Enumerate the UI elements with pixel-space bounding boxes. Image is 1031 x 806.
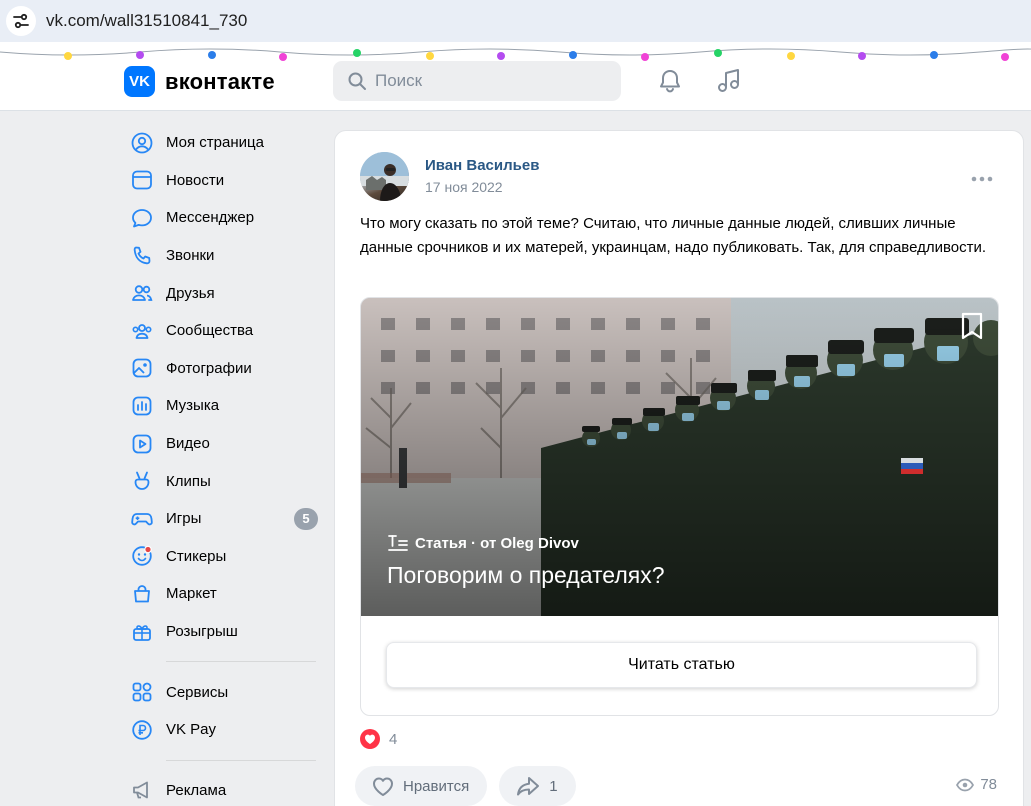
sidebar-item-label: Фотографии xyxy=(166,359,252,377)
sidebar-item-ads[interactable]: Реклама xyxy=(124,772,324,806)
sidebar-item-clips[interactable]: Клипы xyxy=(124,462,324,500)
sidebar-item-calls[interactable]: Звонки xyxy=(124,237,324,275)
sidebar-item-label: Музыка xyxy=(166,397,220,415)
article-meta-text: Статья · от Oleg Divov xyxy=(415,534,579,552)
phone-icon xyxy=(130,244,154,268)
music-icon xyxy=(130,394,154,418)
sidebar-item-label: Моя страница xyxy=(166,134,264,152)
views-counter: 78 xyxy=(956,776,997,793)
left-sidebar: Моя страница Новости Мессенджер Звонки Д… xyxy=(124,124,324,806)
top-header: VK вконтакте Поиск xyxy=(0,42,1031,111)
sidebar-item-music[interactable]: Музыка xyxy=(124,387,324,425)
search-input[interactable]: Поиск xyxy=(333,61,621,101)
site-settings-icon[interactable] xyxy=(6,6,36,36)
bookmark-icon[interactable] xyxy=(959,311,985,341)
search-icon xyxy=(348,72,366,90)
sidebar-item-label: Игры xyxy=(166,510,202,528)
megaphone-icon xyxy=(130,778,154,802)
search-placeholder: Поиск xyxy=(375,71,423,90)
services-icon xyxy=(130,680,154,704)
games-badge: 5 xyxy=(294,507,318,530)
communities-icon xyxy=(130,319,154,343)
gift-icon xyxy=(130,620,154,644)
user-circle-icon xyxy=(130,131,154,155)
clips-icon xyxy=(130,469,154,493)
sidebar-item-photos[interactable]: Фотографии xyxy=(124,350,324,388)
sidebar-item-services[interactable]: Сервисы xyxy=(124,673,324,711)
sidebar-item-games[interactable]: Игры 5 xyxy=(124,500,324,538)
video-icon xyxy=(130,432,154,456)
vk-logo-text: вконтакте xyxy=(165,68,275,94)
vk-logo-mark: VK xyxy=(124,66,155,97)
sidebar-item-label: Сервисы xyxy=(166,683,229,701)
heart-filled-icon xyxy=(360,729,380,749)
share-count: 1 xyxy=(549,777,558,795)
read-article-button[interactable]: Читать статью xyxy=(386,642,977,688)
sidebar-item-label: Клипы xyxy=(166,472,211,490)
sidebar-divider xyxy=(166,759,316,761)
vkpay-icon xyxy=(130,718,154,742)
news-icon xyxy=(130,168,154,192)
sidebar-item-messenger[interactable]: Мессенджер xyxy=(124,199,324,237)
bell-icon[interactable] xyxy=(656,67,684,95)
sidebar-item-news[interactable]: Новости xyxy=(124,162,324,200)
sidebar-item-label: Сообщества xyxy=(166,322,254,340)
heart-icon xyxy=(373,777,393,796)
article-title[interactable]: Поговорим о предателях? xyxy=(387,562,664,589)
gamepad-icon xyxy=(130,507,154,531)
like-label: Нравится xyxy=(403,777,470,795)
article-attachment[interactable]: Статья · от Oleg Divov Поговорим о преда… xyxy=(360,297,999,716)
wall-post: Иван Васильев 17 ноя 2022 Что могу сказа… xyxy=(334,130,1024,806)
photo-icon xyxy=(130,356,154,380)
author-name[interactable]: Иван Васильев xyxy=(425,157,539,174)
sidebar-item-market[interactable]: Маркет xyxy=(124,575,324,613)
url-text[interactable]: vk.com/wall31510841_730 xyxy=(46,11,247,31)
sidebar-item-giveaway[interactable]: Розыгрыш xyxy=(124,613,324,651)
like-button[interactable]: Нравится xyxy=(355,766,488,806)
sidebar-item-friends[interactable]: Друзья xyxy=(124,274,324,312)
likes-count: 4 xyxy=(389,730,398,748)
sidebar-item-label: Розыгрыш xyxy=(166,623,238,641)
post-text: Что могу сказать по этой теме? Считаю, ч… xyxy=(360,215,987,256)
more-options-icon[interactable] xyxy=(971,176,993,182)
sidebar-item-label: VK Pay xyxy=(166,721,217,739)
share-button[interactable]: 1 xyxy=(499,766,576,806)
author-avatar[interactable] xyxy=(360,152,409,201)
friends-icon xyxy=(130,281,154,305)
sidebar-item-label: Маркет xyxy=(166,585,217,603)
article-icon xyxy=(388,535,408,551)
music-note-icon[interactable] xyxy=(715,67,743,95)
share-icon xyxy=(517,777,540,796)
sidebar-item-label: Друзья xyxy=(166,284,215,302)
sidebar-item-label: Видео xyxy=(166,435,210,453)
sidebar-item-label: Мессенджер xyxy=(166,209,255,227)
views-count: 78 xyxy=(980,776,997,793)
sidebar-item-stickers[interactable]: Стикеры xyxy=(124,538,324,576)
article-meta: Статья · от Oleg Divov xyxy=(387,534,579,552)
browser-url-bar: vk.com/wall31510841_730 xyxy=(0,0,1031,42)
post-actions: Нравится 1 xyxy=(355,766,588,806)
sidebar-item-label: Реклама xyxy=(166,781,227,799)
sidebar-item-vkpay[interactable]: VK Pay xyxy=(124,711,324,749)
sidebar-item-label: Звонки xyxy=(166,247,215,265)
post-date[interactable]: 17 ноя 2022 xyxy=(425,179,503,195)
sidebar-item-label: Стикеры xyxy=(166,547,227,565)
sidebar-divider xyxy=(166,661,316,663)
sidebar-item-label: Новости xyxy=(166,171,225,189)
likes-summary[interactable]: 4 xyxy=(360,729,397,749)
sidebar-item-communities[interactable]: Сообщества xyxy=(124,312,324,350)
message-icon xyxy=(130,206,154,230)
sidebar-item-video[interactable]: Видео xyxy=(124,425,324,463)
eye-icon xyxy=(956,778,975,791)
vk-logo[interactable]: VK вконтакте xyxy=(124,66,275,97)
sidebar-item-my-page[interactable]: Моя страница xyxy=(124,124,324,162)
sticker-icon xyxy=(130,544,154,568)
market-icon xyxy=(130,582,154,606)
